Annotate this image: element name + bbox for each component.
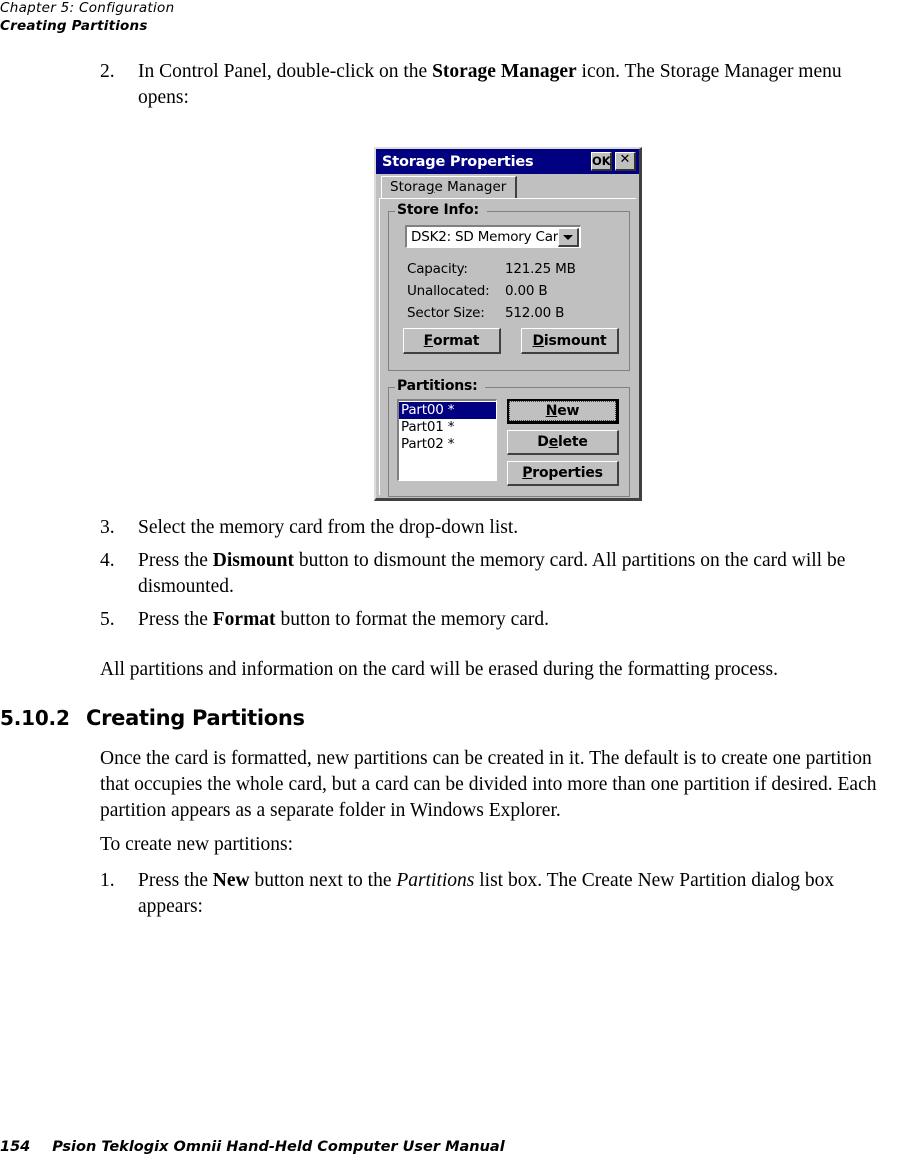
storage-properties-dialog-screenshot: Storage Properties OK ✕ Storage Manager … [374,147,642,501]
step-text: Select the memory card from the drop-dow… [138,515,900,541]
unallocated-value: 0.00 B [505,283,548,299]
list-item: 1. Press the New button next to the Part… [100,868,900,920]
properties-accel-u: P [522,465,533,481]
format-accel-u: F [423,332,434,349]
step-number: 2. [100,61,115,82]
delete-label-post: lete [558,434,588,450]
page-number: 154 [0,1139,31,1155]
list-item[interactable]: Part02 * [399,436,496,453]
text-run: In Control Panel, double-click on the [138,61,433,82]
step-text: Press the Format button to format the me… [138,607,900,633]
section-number: 5.10.2 [0,706,70,730]
page-title: 5.10.2 Creating Partitions [0,706,500,734]
list-item: 2. In Control Panel, double-click on the… [100,59,890,111]
capacity-value: 121.25 MB [505,261,576,277]
properties-button[interactable]: Properties [507,461,619,486]
text-run: Press the [138,870,213,891]
step-number: 5. [100,609,115,630]
sector-size-label: Sector Size: [407,305,485,321]
capacity-label: Capacity: [407,261,468,277]
paragraph-intro: Once the card is formatted, new partitio… [100,748,877,821]
new-button-focus-ring: New [509,401,616,421]
new-accel-u: N [545,403,558,419]
group-border-top-left [388,211,395,212]
section-title: Creating Partitions [86,706,305,730]
delete-accel-u: e [548,434,559,450]
delete-button[interactable]: De lete [507,430,619,455]
store-select-value: DSK2: SD Memory Car [411,229,558,245]
store-info-label: Store Info: [395,202,483,218]
partitions-label: Partitions: [395,378,482,394]
dismount-accel-u: D [532,332,545,349]
delete-label-pre: D [537,434,549,450]
format-button[interactable]: Format [403,328,501,354]
list-item: 4. Press the Dismount button to dismount… [100,548,900,600]
chevron-down-icon[interactable] [558,227,579,247]
group-border-top-right [487,211,630,212]
footer-title: Psion Teklogix Omnii Hand-Held Computer … [52,1139,505,1155]
step-number: 4. [100,550,115,571]
step-text: Press the New button next to the Partiti… [138,868,900,920]
group-border-top-right [485,387,630,388]
store-info-group: Store Info: DSK2: SD Memory Car Capacity… [388,202,630,371]
new-label-post: ew [557,403,580,419]
unallocated-label: Unallocated: [407,283,490,299]
dismount-label-post: ismount [543,332,607,349]
page-footer: 154 Psion Teklogix Omnii Hand-Held Comput… [0,1139,505,1155]
dialog-titlebar: Storage Properties OK ✕ [376,149,639,174]
text-run: New [212,870,250,891]
step-number: 1. [100,870,115,891]
tab-storage-manager[interactable]: Storage Manager [381,176,518,199]
text-run: Select the memory card from the drop-dow… [138,517,519,538]
dialog-tabstrip: Storage Manager [376,174,639,199]
properties-label-post: roperties [532,465,603,481]
step-text: Press the Dismount button to dismount th… [138,548,900,600]
header-section: Creating Partitions [0,18,148,34]
ok-button[interactable]: OK [591,152,612,171]
page-running-header: Chapter 5: Configuration Creating Partit… [0,0,917,34]
text-run: Format [212,609,276,630]
step-text: In Control Panel, double-click on the St… [138,59,890,111]
close-icon[interactable]: ✕ [615,152,636,171]
store-select-combobox[interactable]: DSK2: SD Memory Car [405,225,581,248]
text-run: Press the [138,609,213,630]
tab-label-accel: g [425,179,435,195]
new-button[interactable]: New [507,399,619,424]
dialog-title: Storage Properties [382,153,534,170]
list-item[interactable]: Part01 * [399,419,496,436]
text-run: button to format the memory card. [275,609,550,630]
partitions-group: Partitions: Part00 * Part01 * Part02 * N… [388,378,630,497]
tab-label-post: e Manager [434,179,507,195]
text-run: Dismount [212,550,295,571]
partitions-listbox[interactable]: Part00 * Part01 * Part02 * [397,399,497,481]
list-item: 3. Select the memory card from the drop-… [100,515,900,541]
dialog-body: Store Info: DSK2: SD Memory Car Capacity… [379,198,636,497]
text-run: Partitions [396,870,475,891]
text-run: button next to the [249,870,397,891]
tab-label-pre: Stora [390,179,426,195]
list-item: 5. Press the Format button to format the… [100,607,900,633]
header-chapter: Chapter 5: Configuration [0,0,175,16]
step-number: 3. [100,517,115,538]
text-run: Storage Manager [432,61,577,82]
format-label-post: ormat [433,332,480,349]
dismount-button[interactable]: Dismount [521,328,619,354]
text-run: Press the [138,550,213,571]
paragraph-to-create: To create new partitions: [100,834,294,855]
paragraph-erase-notice: All partitions and information on the ca… [100,659,778,680]
sector-size-value: 512.00 B [505,305,565,321]
group-border-top-left [388,387,395,388]
list-item[interactable]: Part00 * [399,402,496,419]
